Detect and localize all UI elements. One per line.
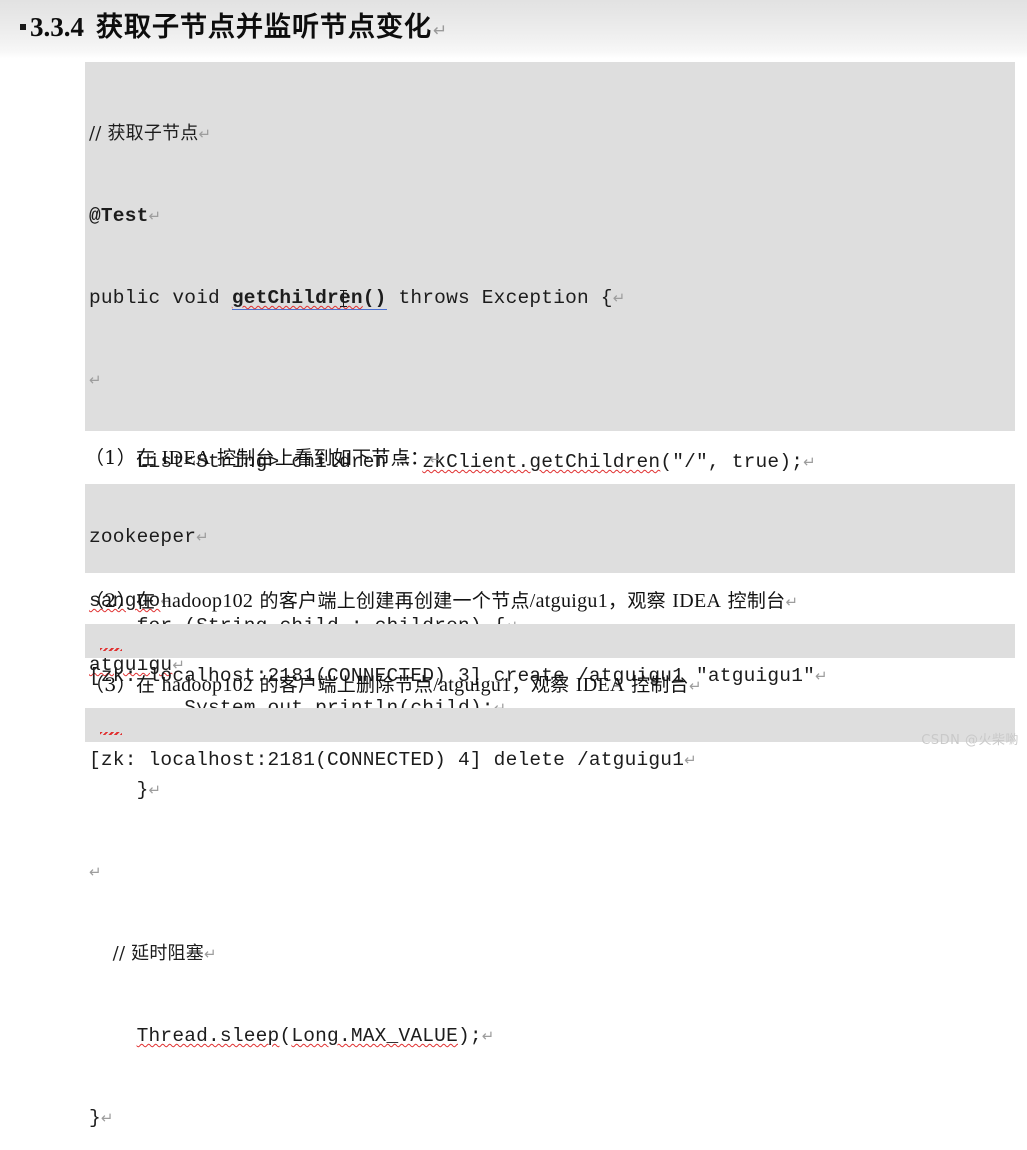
code-line: Thread.sleep(Long.MAX_VALUE);↵ (89, 1022, 1015, 1050)
para2-suffix: 控制台 (721, 590, 786, 612)
para1-suffix: 控制台上看到如下节点： (210, 447, 430, 469)
code-block-java[interactable]: // 获取子节点↵ @Test↵ public void getChildren… (85, 62, 1015, 1129)
output-node-zookeeper: zookeeper (89, 526, 197, 548)
return-icon: ↵ (612, 289, 626, 307)
return-icon: ↵ (89, 371, 102, 389)
text-cursor (340, 290, 347, 307)
return-icon: ↵ (684, 751, 697, 769)
heading-text: 获取子节点并监听节点变化 (96, 12, 432, 43)
code-text: } (89, 1107, 101, 1129)
return-icon: ↵ (196, 528, 209, 546)
page-title: 3.3.4 获取子节点并监听节点变化 ↵ (20, 5, 447, 44)
para3-prefix: （3）在 (85, 674, 162, 696)
spellcheck-underline (100, 732, 122, 735)
bullet-marker (20, 24, 26, 30)
heading-number: 3.3.4 (30, 12, 84, 42)
thread-sleep-call: Thread.sleep (136, 1025, 280, 1047)
paragraph-three: （3）在 hadoop102 的客户端上删除节点/atguigu1，观察 IDE… (85, 670, 702, 697)
zk-command-line: [zk: localhost:2181(CONNECTED) 4] delete… (89, 746, 1015, 774)
code-line: @Test↵ (89, 202, 1015, 230)
return-icon: ↵ (429, 450, 442, 468)
para2-middle: 的客户端上创建再创建一个节点 (253, 590, 530, 612)
para3-middle: 的客户端上删除节点 (253, 674, 434, 696)
return-icon: ↵ (148, 207, 162, 225)
code-block-zk-delete[interactable]: [zk: localhost:2181(CONNECTED) 4] delete… (85, 708, 1015, 771)
code-line: public void getChildren() throws Excepti… (89, 284, 1015, 312)
return-icon: ↵ (89, 863, 102, 881)
para2-ide-name: IDEA (672, 590, 722, 612)
code-comment-cn: // 获取子节点 (89, 123, 199, 144)
return-icon: ↵ (481, 1027, 495, 1045)
watermark: CSDN @火柴喲 (921, 733, 1019, 748)
para2-path: /atguigu1 (529, 590, 609, 612)
return-icon: ↵ (803, 453, 816, 471)
code-text: } (89, 779, 149, 801)
return-icon: ↵ (203, 945, 217, 963)
para2-host: hadoop102 (161, 590, 254, 612)
code-text: ("/", true); (660, 451, 804, 473)
para3-path: /atguigu1 (433, 674, 512, 696)
return-icon: ↵ (198, 125, 212, 143)
code-text: ( (279, 1025, 292, 1047)
long-max-value: Long.MAX_VALUE (291, 1025, 458, 1047)
code-comment-delay: // 延时阻塞 (89, 943, 204, 964)
para2-comma: ，观察 (608, 590, 673, 612)
return-icon: ↵ (148, 781, 162, 799)
code-text: public void (89, 287, 232, 309)
code-line: // 获取子节点↵ (89, 120, 1015, 148)
para3-ide-name: IDEA (575, 674, 625, 696)
code-line: }↵ (89, 776, 1015, 804)
code-parens: () (362, 287, 387, 310)
code-line: }↵ (89, 1104, 1015, 1132)
code-block-zk-create[interactable]: [zk: localhost:2181(CONNECTED) 3] create… (85, 624, 1015, 687)
code-text: ); (457, 1025, 482, 1047)
para1-prefix: （1）在 (85, 447, 162, 469)
code-block-console-output[interactable]: zookeeper↵ sanguo↵ atguigu↵ (85, 484, 1015, 676)
para2-prefix: （2）在 (85, 590, 162, 612)
zk-delete-command: [zk: localhost:2181(CONNECTED) 4] delete… (89, 749, 685, 771)
paragraph-two: （2）在 hadoop102 的客户端上创建再创建一个节点/atguigu1，观… (85, 586, 798, 613)
annotation-test: @Test (89, 205, 149, 227)
zkclient-getchildren-call: zkClient.getChildren (422, 451, 661, 473)
return-icon: ↵ (785, 593, 799, 611)
para3-comma: ，观察 (511, 674, 576, 696)
output-line: zookeeper↵ (89, 523, 1015, 551)
return-icon: ↵ (688, 677, 702, 695)
spellcheck-underline (100, 648, 122, 651)
code-line-blank: ↵ (89, 858, 1015, 886)
return-icon: ↵ (815, 667, 828, 685)
paragraph-return-icon: ↵ (433, 21, 448, 41)
return-icon: ↵ (100, 1109, 114, 1127)
para3-host: hadoop102 (161, 674, 254, 696)
code-text: throws Exception { (386, 287, 613, 309)
para3-suffix: 控制台 (624, 674, 689, 696)
paragraph-one: （1）在 IDEA 控制台上看到如下节点：↵ (85, 443, 442, 470)
para1-ide-name: IDEA (161, 447, 211, 469)
code-line-blank: ↵ (89, 366, 1015, 394)
code-line: // 延时阻塞↵ (89, 940, 1015, 968)
